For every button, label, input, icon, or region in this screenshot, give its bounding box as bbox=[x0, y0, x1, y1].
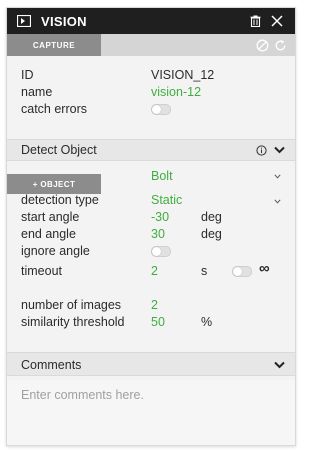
number-of-images-value[interactable]: 2 bbox=[151, 297, 158, 313]
trash-icon[interactable] bbox=[247, 13, 263, 29]
capture-button[interactable]: CAPTURE bbox=[7, 34, 101, 56]
start-angle-value[interactable]: -30 bbox=[151, 209, 169, 225]
end-angle-value[interactable]: 30 bbox=[151, 226, 165, 242]
detect-object-title: Detect Object bbox=[21, 143, 97, 157]
start-angle-unit: deg bbox=[201, 210, 222, 224]
comments-area bbox=[7, 380, 295, 445]
refresh-icon[interactable] bbox=[273, 38, 287, 52]
cancel-icon[interactable] bbox=[255, 38, 269, 52]
ignore-angle-label: ignore angle bbox=[21, 244, 90, 258]
chevron-down-icon[interactable] bbox=[273, 197, 281, 205]
number-of-images-label: number of images bbox=[21, 298, 122, 312]
timeout-unit: s bbox=[201, 264, 208, 278]
end-angle-unit: deg bbox=[201, 227, 222, 241]
timeout-value[interactable]: 2 bbox=[151, 263, 158, 279]
close-icon[interactable] bbox=[269, 13, 285, 29]
chevron-down-icon[interactable] bbox=[273, 359, 285, 371]
catch-errors-label: catch errors bbox=[21, 102, 87, 116]
name-value[interactable]: vision-12 bbox=[151, 84, 201, 100]
comments-textarea[interactable] bbox=[17, 384, 293, 445]
window-title: VISION bbox=[41, 13, 87, 29]
object-select-value[interactable]: Bolt bbox=[151, 168, 173, 184]
similarity-threshold-unit: % bbox=[201, 315, 213, 329]
timeout-label: timeout bbox=[21, 264, 62, 278]
infinity-icon: ∞ bbox=[259, 260, 270, 277]
chevron-down-icon[interactable] bbox=[273, 172, 281, 180]
info-icon[interactable] bbox=[255, 144, 267, 156]
end-angle-label: end angle bbox=[21, 227, 76, 241]
detect-object-header[interactable]: Detect Object bbox=[7, 139, 295, 161]
capture-bar: CAPTURE bbox=[7, 34, 295, 56]
similarity-threshold-value[interactable]: 50 bbox=[151, 314, 165, 330]
vision-app-icon bbox=[17, 15, 31, 27]
vision-panel: VISION CAPTURE ID VISION_12 name vision-… bbox=[6, 7, 296, 446]
start-angle-label: start angle bbox=[21, 210, 80, 224]
chevron-down-icon[interactable] bbox=[273, 144, 285, 156]
infinite-timeout-toggle[interactable] bbox=[232, 266, 252, 277]
catch-errors-toggle[interactable] bbox=[151, 104, 171, 115]
id-value: VISION_12 bbox=[151, 68, 215, 82]
ignore-angle-toggle[interactable] bbox=[151, 246, 171, 257]
comments-header[interactable]: Comments bbox=[7, 352, 295, 376]
title-bar: VISION bbox=[7, 8, 295, 34]
add-object-button[interactable]: + OBJECT bbox=[7, 174, 101, 194]
detection-type-value[interactable]: Static bbox=[151, 192, 182, 208]
comments-title: Comments bbox=[21, 358, 82, 372]
similarity-threshold-label: similarity threshold bbox=[21, 315, 125, 329]
id-label: ID bbox=[21, 68, 34, 82]
name-label: name bbox=[21, 85, 53, 99]
detection-type-label: detection type bbox=[21, 193, 99, 207]
